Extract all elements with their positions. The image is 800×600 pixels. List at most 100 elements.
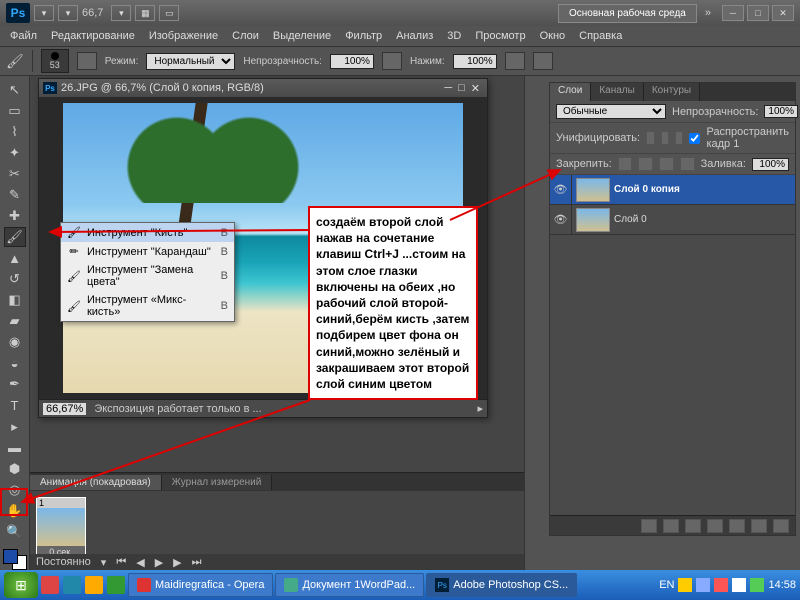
opacity-input[interactable]: 100% (330, 54, 374, 69)
3d-tool[interactable]: ⬢ (4, 459, 26, 478)
titlebar-dropdown2[interactable]: ▾ (58, 5, 78, 21)
menu-file[interactable]: Файл (4, 28, 43, 44)
status-zoom[interactable]: 66,67% (43, 403, 86, 415)
close-button[interactable]: ✕ (772, 5, 794, 21)
layer-group-icon[interactable] (729, 519, 745, 533)
tray-icon[interactable] (678, 578, 692, 592)
clock[interactable]: 14:58 (768, 579, 796, 591)
unify-visibility-icon[interactable] (661, 131, 669, 145)
menu-filter[interactable]: Фильтр (339, 28, 388, 44)
hand-tool[interactable]: ✋ (4, 501, 26, 520)
quicklaunch-app[interactable] (85, 576, 103, 594)
tray-icon[interactable] (696, 578, 710, 592)
doc-maximize-icon[interactable]: □ (458, 82, 465, 94)
pen-tool[interactable]: ✒ (4, 375, 26, 394)
layer-thumbnail[interactable] (576, 178, 610, 202)
tray-icon[interactable] (732, 578, 746, 592)
eraser-tool[interactable]: ◧ (4, 291, 26, 310)
color-swatches[interactable] (3, 549, 27, 569)
path-select-tool[interactable]: ▸ (4, 417, 26, 436)
more-icon[interactable]: » (705, 7, 711, 19)
menu-image[interactable]: Изображение (143, 28, 224, 44)
tab-layers[interactable]: Слои (550, 83, 591, 101)
lock-all-icon[interactable] (680, 157, 695, 171)
task-wordpad[interactable]: Документ 1WordPad... (275, 573, 424, 597)
document-titlebar[interactable]: Ps 26.JPG @ 66,7% (Слой 0 копия, RGB/8) … (39, 79, 487, 97)
flow-input[interactable]: 100% (453, 54, 497, 69)
first-frame-button[interactable]: ⏮ (116, 556, 126, 569)
zoom-tool[interactable]: 🔍 (4, 522, 26, 541)
type-tool[interactable]: T (4, 396, 26, 415)
unify-style-icon[interactable] (675, 131, 683, 145)
status-arrow-icon[interactable]: ▸ (477, 402, 483, 415)
dodge-tool[interactable]: ◒ (4, 354, 26, 373)
loop-dropdown[interactable]: Постоянно (36, 556, 91, 568)
tab-paths[interactable]: Контуры (644, 83, 700, 101)
menu-layers[interactable]: Слои (226, 28, 265, 44)
menu-help[interactable]: Справка (573, 28, 628, 44)
last-frame-button[interactable]: ⏭ (192, 556, 202, 569)
menu-window[interactable]: Окно (534, 28, 572, 44)
layer-row-0[interactable]: 👁 Слой 0 (550, 205, 795, 235)
quicklaunch-app2[interactable] (107, 576, 125, 594)
doc-close-icon[interactable]: ✕ (471, 82, 480, 95)
link-layers-icon[interactable] (641, 519, 657, 533)
quick-select-tool[interactable]: ✦ (4, 143, 26, 162)
layer-name[interactable]: Слой 0 копия (614, 184, 795, 195)
layer-visibility-icon[interactable]: 👁 (550, 175, 572, 204)
gradient-tool[interactable]: ▰ (4, 312, 26, 331)
animation-frame-1[interactable]: 1 0 сек. (36, 497, 86, 559)
layer-opacity-input[interactable]: 100% (764, 105, 798, 118)
next-frame-button[interactable]: ▶ (173, 556, 181, 569)
task-opera[interactable]: Maidiregrafica - Opera (128, 573, 273, 597)
tray-icon[interactable] (714, 578, 728, 592)
tab-animation[interactable]: Анимация (покадровая) (30, 475, 162, 490)
foreground-color[interactable] (3, 549, 18, 564)
fill-input[interactable]: 100% (752, 158, 789, 171)
play-button[interactable]: ▶ (155, 556, 163, 569)
quicklaunch-opera[interactable] (41, 576, 59, 594)
menu-view[interactable]: Просмотр (469, 28, 531, 44)
adjustment-layer-icon[interactable] (707, 519, 723, 533)
tray-icon[interactable] (750, 578, 764, 592)
layer-blend-mode[interactable]: Обычные (556, 104, 666, 119)
quicklaunch-ie[interactable] (63, 576, 81, 594)
shape-tool[interactable]: ▬ (4, 438, 26, 457)
opacity-pressure-toggle[interactable] (382, 52, 402, 70)
task-photoshop[interactable]: PsAdobe Photoshop CS... (426, 573, 577, 597)
unify-position-icon[interactable] (646, 131, 654, 145)
menu-edit[interactable]: Редактирование (45, 28, 141, 44)
brush-tool[interactable]: 🖌 (4, 227, 26, 246)
delete-layer-icon[interactable] (773, 519, 789, 533)
menu-3d[interactable]: 3D (441, 28, 467, 44)
titlebar-dropdown3[interactable]: ▾ (111, 5, 131, 21)
marquee-tool[interactable]: ▭ (4, 101, 26, 120)
prev-frame-button[interactable]: ◀ (136, 556, 144, 569)
titlebar-dropdown1[interactable]: ▾ (34, 5, 54, 21)
maximize-button[interactable]: □ (747, 5, 769, 21)
workspace-switcher[interactable]: Основная рабочая среда (558, 4, 697, 23)
flyout-brush[interactable]: 🖌Инструмент "Кисть"B (61, 223, 234, 242)
lock-position-icon[interactable] (659, 157, 674, 171)
3d-camera-tool[interactable]: ◎ (4, 480, 26, 499)
brush-panel-toggle[interactable] (77, 52, 97, 70)
screen-mode-button[interactable]: ▭ (159, 5, 179, 21)
lock-transparency-icon[interactable] (618, 157, 633, 171)
blur-tool[interactable]: ◉ (4, 333, 26, 352)
menu-select[interactable]: Выделение (267, 28, 337, 44)
history-brush-tool[interactable]: ↺ (4, 270, 26, 289)
flyout-pencil[interactable]: ✏Инструмент "Карандаш"B (61, 242, 234, 261)
lasso-tool[interactable]: ⌇ (4, 122, 26, 141)
layer-style-icon[interactable] (663, 519, 679, 533)
doc-minimize-icon[interactable]: ─ (444, 82, 452, 94)
move-tool[interactable]: ↖ (4, 80, 26, 99)
minimize-button[interactable]: ─ (722, 5, 744, 21)
flyout-color-replace[interactable]: 🖌Инструмент "Замена цвета"B (61, 261, 234, 291)
propagate-frame-checkbox[interactable] (689, 133, 700, 144)
layer-mask-icon[interactable] (685, 519, 701, 533)
lock-pixels-icon[interactable] (638, 157, 653, 171)
airbrush-toggle[interactable] (505, 52, 525, 70)
blend-mode-select[interactable]: Нормальный (146, 53, 235, 70)
eyedropper-tool[interactable]: ✎ (4, 185, 26, 204)
heal-tool[interactable]: ✚ (4, 206, 26, 225)
